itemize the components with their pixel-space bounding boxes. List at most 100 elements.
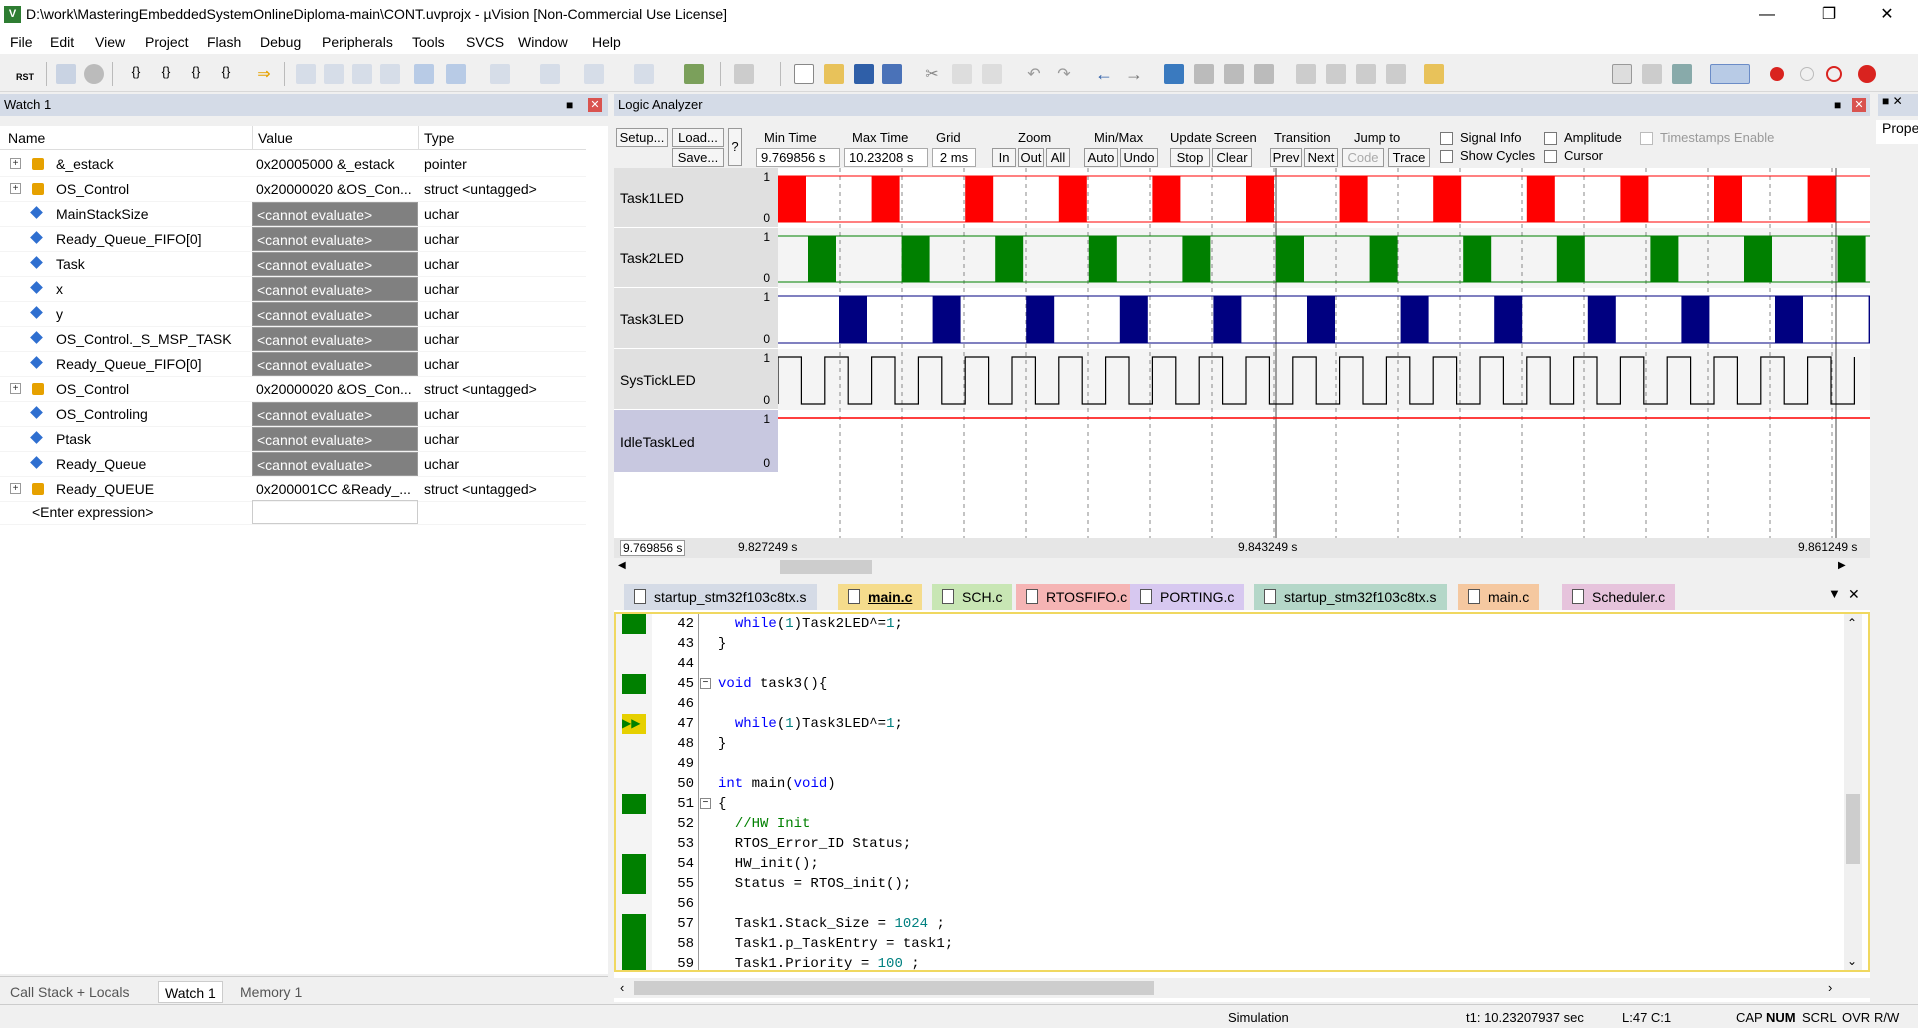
close-window-button[interactable]: ✕ [1864, 0, 1910, 30]
code-line[interactable]: ▶▶ 47 while(1)Task3LED^=1; [616, 714, 1846, 734]
code-line[interactable]: 48} [616, 734, 1846, 754]
run-icon[interactable] [56, 64, 76, 84]
disable-all-breakpoints-icon[interactable] [1826, 66, 1842, 82]
editor-tab[interactable]: Scheduler.c [1562, 584, 1676, 610]
incremental-find-icon[interactable] [1642, 64, 1662, 84]
watch-value[interactable]: <cannot evaluate> [252, 252, 418, 276]
bookmark-icon[interactable] [1164, 64, 1184, 84]
column-name[interactable]: Name [8, 130, 45, 146]
expand-icon[interactable]: + [10, 158, 21, 169]
enable-breakpoint-icon[interactable] [1800, 67, 1814, 81]
menu-help[interactable]: Help [592, 34, 621, 50]
amplitude-checkbox[interactable] [1544, 132, 1557, 145]
cursor-checkbox[interactable] [1544, 150, 1557, 163]
indent-icon[interactable] [1296, 64, 1316, 84]
load-button[interactable]: Load... [672, 128, 724, 147]
watch-row[interactable]: x <cannot evaluate> uchar [0, 277, 586, 302]
prev-button[interactable]: Prev [1270, 148, 1302, 167]
editor-tab[interactable]: RTOSFIFO.c [1016, 584, 1138, 610]
watch-value[interactable]: <cannot evaluate> [252, 302, 418, 326]
editor-tab[interactable]: startup_stm32f103c8tx.s [1254, 584, 1447, 610]
signal-row[interactable]: SysTickLED 1 0 [614, 349, 778, 410]
open-file-icon[interactable] [824, 64, 844, 84]
pin-icon[interactable]: ■ [566, 94, 573, 116]
uncomment-icon[interactable] [1386, 64, 1406, 84]
prev-bookmark-icon[interactable] [1194, 64, 1214, 84]
paste-icon[interactable] [982, 64, 1002, 84]
expand-icon[interactable]: + [10, 183, 21, 194]
call-stack-icon[interactable] [414, 64, 434, 84]
code-button[interactable]: Code [1342, 148, 1384, 167]
tab-dropdown-icon[interactable]: ▼ [1828, 586, 1841, 601]
clear-button[interactable]: Clear [1212, 148, 1252, 167]
clear-bookmarks-icon[interactable] [1254, 64, 1274, 84]
expand-icon[interactable]: + [10, 483, 21, 494]
watch-row[interactable]: OS_Control._S_MSP_TASK <cannot evaluate> u… [0, 327, 586, 352]
minimize-button[interactable]: — [1744, 0, 1790, 30]
setup-button[interactable]: Setup... [616, 128, 668, 147]
code-line[interactable]: 44 [616, 654, 1846, 674]
watch-value[interactable]: <cannot evaluate> [252, 452, 418, 476]
menu-file[interactable]: File [10, 34, 33, 50]
pin-icon[interactable]: ■ [1834, 94, 1841, 116]
start-stop-debug-icon[interactable] [1710, 64, 1750, 84]
save-icon[interactable] [854, 64, 874, 84]
code-line[interactable]: 52 //HW Init [616, 814, 1846, 834]
expand-icon[interactable]: + [10, 383, 21, 394]
code-line[interactable]: 54 HW_init(); [616, 854, 1846, 874]
signal-info-checkbox[interactable] [1440, 132, 1453, 145]
code-line[interactable]: 42 while(1)Task2LED^=1; [616, 614, 1846, 634]
cut-icon[interactable]: ✂ [922, 64, 942, 84]
find-in-files-icon[interactable] [1424, 64, 1444, 84]
watch-value[interactable]: <cannot evaluate> [252, 202, 418, 226]
system-viewer-icon[interactable] [684, 64, 704, 84]
menu-edit[interactable]: Edit [50, 34, 74, 50]
watch-value[interactable]: <cannot evaluate> [252, 402, 418, 426]
close-panel-icon[interactable]: ✕ [588, 98, 602, 112]
code-line[interactable]: 45− void task3(){ [616, 674, 1846, 694]
column-type[interactable]: Type [424, 130, 454, 146]
watch-row[interactable]: Task <cannot evaluate> uchar [0, 252, 586, 277]
disassembly-icon[interactable] [324, 64, 344, 84]
trace-button[interactable]: Trace [1388, 148, 1430, 167]
watch-row[interactable]: + &_estack 0x20005000 &_estack pointer [0, 152, 586, 177]
watch-value[interactable]: 0x20005000 &_estack [252, 152, 418, 176]
code-line[interactable]: 49 [616, 754, 1846, 774]
navigate-back-icon[interactable]: ← [1094, 64, 1114, 84]
navigate-forward-icon[interactable]: → [1124, 64, 1144, 84]
enter-expression-row[interactable]: <Enter expression> [0, 500, 586, 525]
signal-row[interactable]: Task1LED 1 0 [614, 168, 778, 228]
trace-window-icon[interactable] [634, 64, 654, 84]
editor-tab[interactable]: PORTING.c [1130, 584, 1245, 610]
auto-button[interactable]: Auto [1084, 148, 1118, 167]
editor-tab[interactable]: main.c [838, 584, 923, 610]
zoom-all-button[interactable]: All [1046, 148, 1070, 167]
save-all-icon[interactable] [882, 64, 902, 84]
properties-tab[interactable]: Prope [1876, 120, 1918, 144]
column-value[interactable]: Value [258, 130, 293, 146]
stop-icon[interactable] [84, 64, 104, 84]
menu-debug[interactable]: Debug [260, 34, 301, 50]
watch-row[interactable]: + OS_Control 0x20000020 &OS_Con... struct <… [0, 377, 586, 402]
signal-row[interactable]: IdleTaskLed 1 0 [614, 410, 778, 473]
analysis-window-icon[interactable] [584, 64, 604, 84]
memory-window-icon[interactable] [490, 64, 510, 84]
watch-value[interactable]: 0x20000020 &OS_Con... [252, 177, 418, 201]
new-file-icon[interactable] [794, 64, 814, 84]
watch-row[interactable]: + Ready_QUEUE 0x200001CC &Ready_... struct … [0, 477, 586, 502]
insert-breakpoint-icon[interactable] [1770, 67, 1784, 81]
kill-all-breakpoints-icon[interactable] [1858, 65, 1876, 83]
tab-call-stack[interactable]: Call Stack + Locals [4, 981, 135, 1003]
comment-icon[interactable] [1356, 64, 1376, 84]
maximize-button[interactable]: ❐ [1806, 0, 1852, 30]
timestamps-checkbox[interactable] [1640, 132, 1653, 145]
signal-row[interactable]: Task3LED 1 0 [614, 288, 778, 349]
watch-row[interactable]: MainStackSize <cannot evaluate> uchar [0, 202, 586, 227]
fold-icon[interactable]: − [700, 798, 711, 809]
toolbox-icon[interactable] [734, 64, 754, 84]
close-panel-icon[interactable]: ✕ [1852, 98, 1866, 112]
step-over-icon[interactable]: {} [156, 64, 176, 84]
watch-value[interactable]: <cannot evaluate> [252, 427, 418, 451]
editor-horizontal-scrollbar[interactable]: ‹ › [614, 978, 1870, 998]
unindent-icon[interactable] [1326, 64, 1346, 84]
